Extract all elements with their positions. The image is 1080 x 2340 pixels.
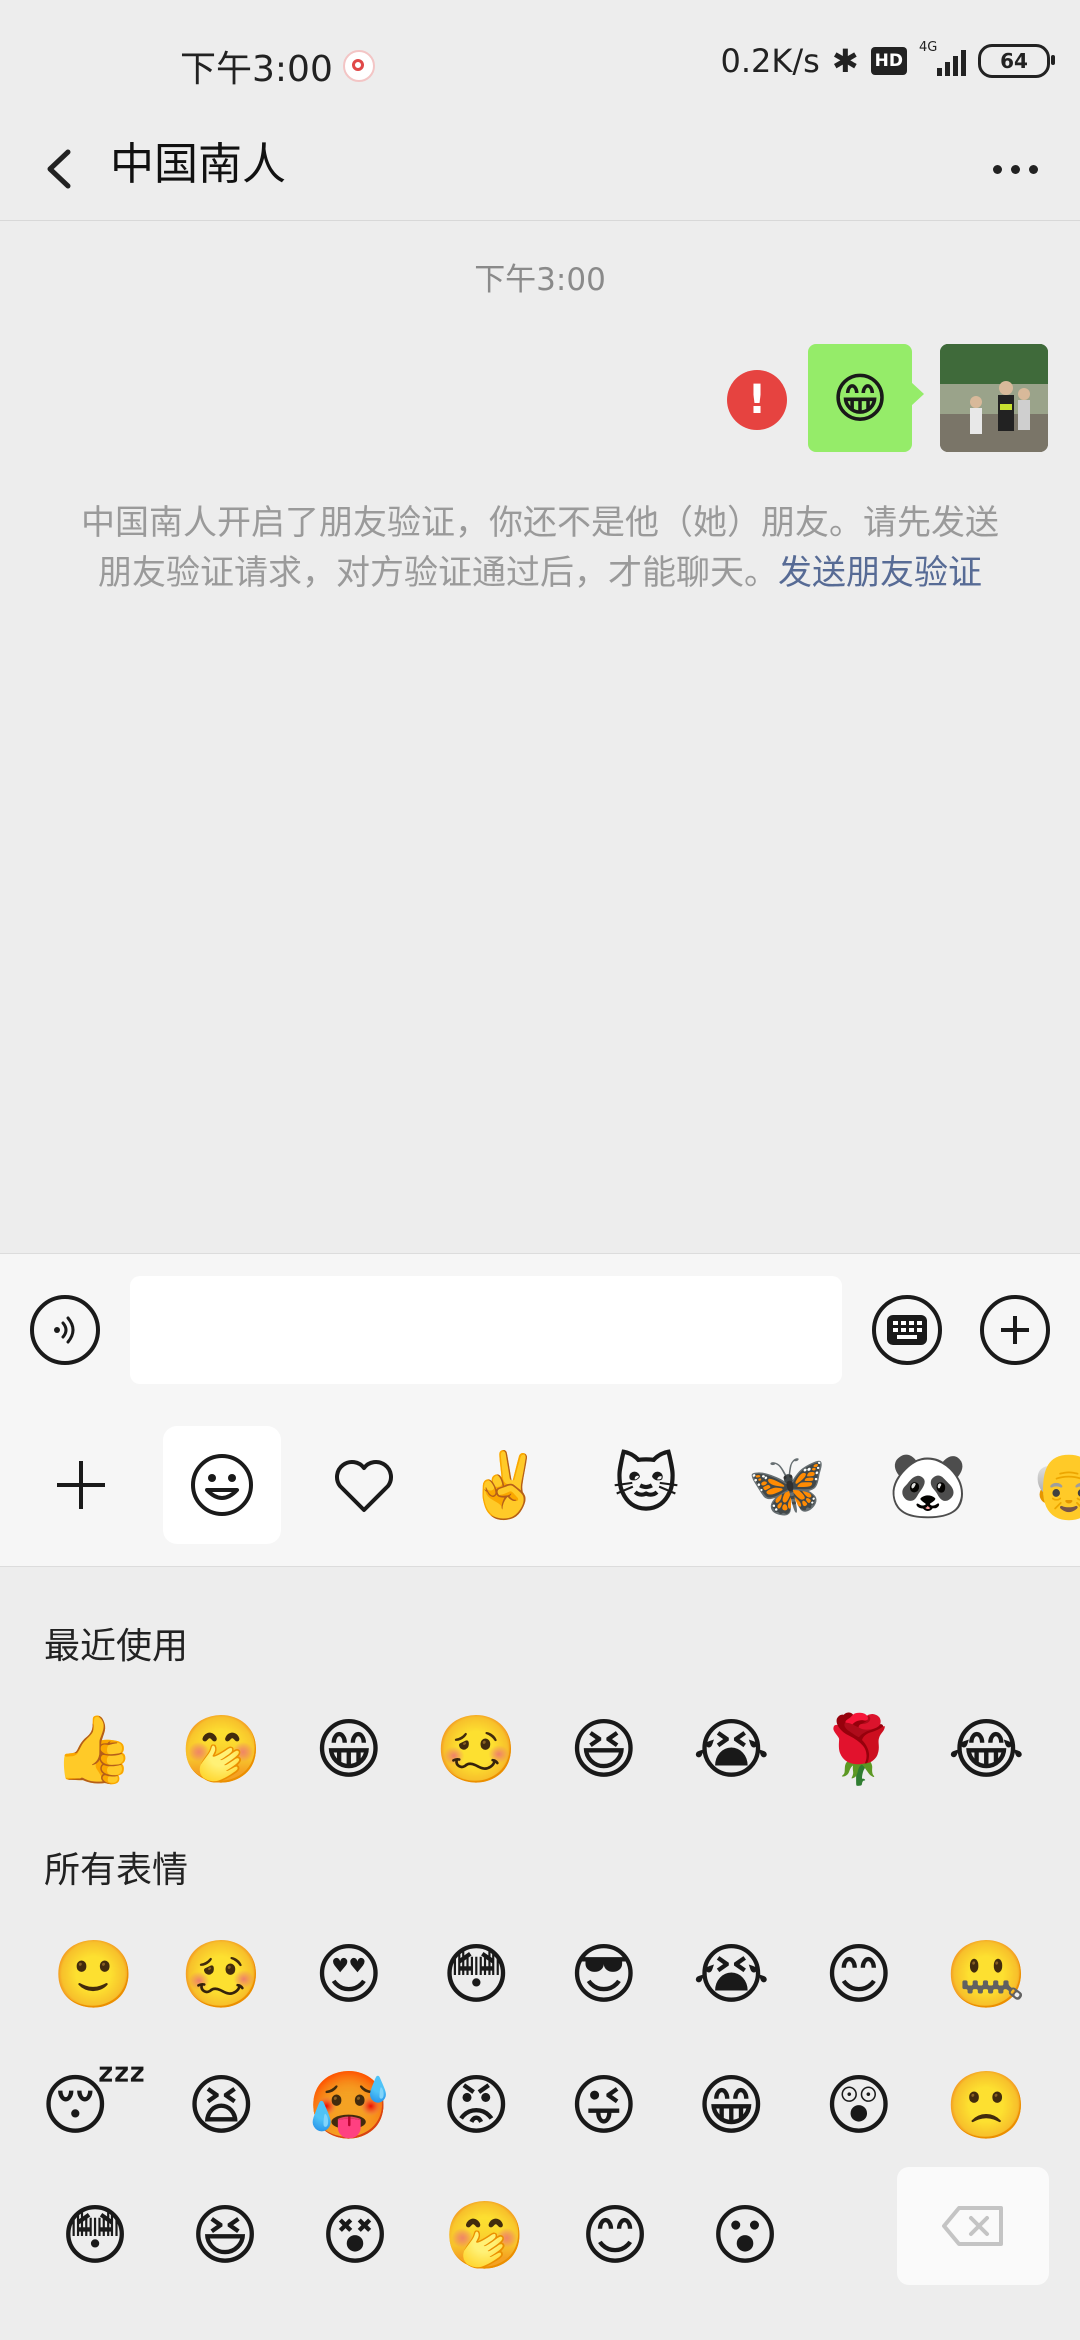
- all-emoji-label: 所有表情: [44, 1850, 189, 1891]
- more-options-icon[interactable]: [980, 134, 1050, 204]
- emoji-panel: 最近使用 👍 🤭 😁 🥴 😆 😭 🌹 😂 所有表情 🙂 🥴 😍 😳 😎 😭 😊 …: [0, 1567, 1080, 2340]
- bluetooth-icon: ✱: [831, 42, 859, 80]
- emoji-tab-icon[interactable]: [163, 1426, 281, 1544]
- send-verification-link[interactable]: 发送朋友验证: [778, 553, 982, 593]
- emoji-item[interactable]: 😵: [290, 2186, 420, 2286]
- emoji-item[interactable]: 😆: [160, 2186, 290, 2286]
- backspace-icon: [942, 2206, 1003, 2246]
- all-emoji-row: 🙂 🥴 😍 😳 😎 😭 😊 🤐: [30, 1925, 1050, 2025]
- plus-more-icon[interactable]: [980, 1295, 1050, 1365]
- gesture-sticker-icon[interactable]: ✌️: [446, 1426, 564, 1544]
- message-timestamp: 下午3:00: [474, 262, 606, 298]
- status-indicators: 0.2K/s ✱ HD 4G 64: [720, 40, 1055, 80]
- chat-header: 中国南人: [0, 120, 1080, 220]
- add-sticker-icon[interactable]: [22, 1426, 140, 1544]
- voice-input-icon[interactable]: [30, 1295, 100, 1365]
- emoji-item[interactable]: 🤐: [923, 1925, 1051, 2025]
- emoji-item[interactable]: 😫: [158, 2056, 286, 2156]
- hd-badge: HD: [870, 47, 907, 75]
- message-emoji: 😁: [831, 366, 889, 430]
- emoji-item[interactable]: 🥴: [413, 1700, 541, 1800]
- emoji-item[interactable]: 🥴: [158, 1925, 286, 2025]
- emoji-item[interactable]: 😎: [540, 1925, 668, 2025]
- sticker-tab-bar: ✌️ 🐱 🦋 🐼 👴: [0, 1404, 1080, 1567]
- backspace-button[interactable]: [897, 2167, 1049, 2285]
- emoji-item[interactable]: 😮: [680, 2186, 810, 2286]
- emoji-item[interactable]: 😜: [540, 2056, 668, 2156]
- emoji-item[interactable]: 🥵: [285, 2056, 413, 2156]
- emoji-item[interactable]: 😳: [30, 2186, 160, 2286]
- emoji-item[interactable]: 😁: [285, 1700, 413, 1800]
- emoji-item[interactable]: 😴: [30, 2056, 158, 2156]
- panda-sticker-icon[interactable]: 🐼: [869, 1426, 987, 1544]
- emoji-item[interactable]: 😡: [413, 2056, 541, 2156]
- network-type: 4G: [919, 40, 938, 55]
- emoji-item[interactable]: 😭: [668, 1700, 796, 1800]
- emoji-item[interactable]: 😂: [923, 1700, 1051, 1800]
- emoji-item[interactable]: 😊: [795, 1925, 923, 2025]
- emoji-item[interactable]: 😁: [668, 2056, 796, 2156]
- emoji-item[interactable]: 🤭: [158, 1700, 286, 1800]
- friend-verification-notice: 中国南人开启了朋友验证，你还不是他（她）朋友。请先发送朋友验证请求，对方验证通过…: [80, 498, 1000, 598]
- input-bar: [0, 1254, 1080, 1404]
- back-arrow-icon[interactable]: [38, 134, 98, 204]
- send-failed-icon[interactable]: !: [727, 370, 787, 430]
- cat-sticker-icon[interactable]: 🐱: [587, 1426, 705, 1544]
- emoji-item[interactable]: 🌹: [795, 1700, 923, 1800]
- sent-message-bubble[interactable]: 😁: [808, 344, 924, 452]
- network-speed: 0.2K/s: [720, 42, 820, 80]
- my-avatar[interactable]: [940, 344, 1048, 452]
- emoji-item[interactable]: 😭: [668, 1925, 796, 2025]
- emoji-item[interactable]: 😊: [550, 2186, 680, 2286]
- header-divider: [0, 220, 1080, 221]
- recent-emoji-label: 最近使用: [44, 1626, 189, 1667]
- emoji-item[interactable]: 😍: [285, 1925, 413, 2025]
- emoji-item[interactable]: 👍: [30, 1700, 158, 1800]
- notification-app-icon: [343, 50, 375, 82]
- status-time: 下午3:00: [180, 49, 333, 90]
- person-sticker-icon[interactable]: 👴: [1010, 1426, 1080, 1544]
- emoji-item[interactable]: 🙂: [30, 1925, 158, 2025]
- favorites-heart-icon[interactable]: [305, 1426, 423, 1544]
- message-input[interactable]: [130, 1276, 842, 1384]
- butterfly-sticker-icon[interactable]: 🦋: [728, 1426, 846, 1544]
- emoji-item[interactable]: 😲: [795, 2056, 923, 2156]
- chat-title: 中国南人: [110, 139, 286, 190]
- emoji-item[interactable]: 🙁: [923, 2056, 1051, 2156]
- signal-icon: 4G: [919, 40, 966, 76]
- all-emoji-row: 😴 😫 🥵 😡 😜 😁 😲 🙁: [30, 2056, 1050, 2156]
- emoji-item[interactable]: 🤭: [420, 2186, 550, 2286]
- emoji-item[interactable]: 😆: [540, 1700, 668, 1800]
- battery-icon: 64: [978, 44, 1055, 78]
- recent-emoji-row: 👍 🤭 😁 🥴 😆 😭 🌹 😂: [30, 1700, 1050, 1800]
- keyboard-icon[interactable]: [872, 1295, 942, 1365]
- status-bar: 下午3:00 0.2K/s ✱ HD 4G 64: [0, 0, 1080, 130]
- emoji-item[interactable]: 😳: [413, 1925, 541, 2025]
